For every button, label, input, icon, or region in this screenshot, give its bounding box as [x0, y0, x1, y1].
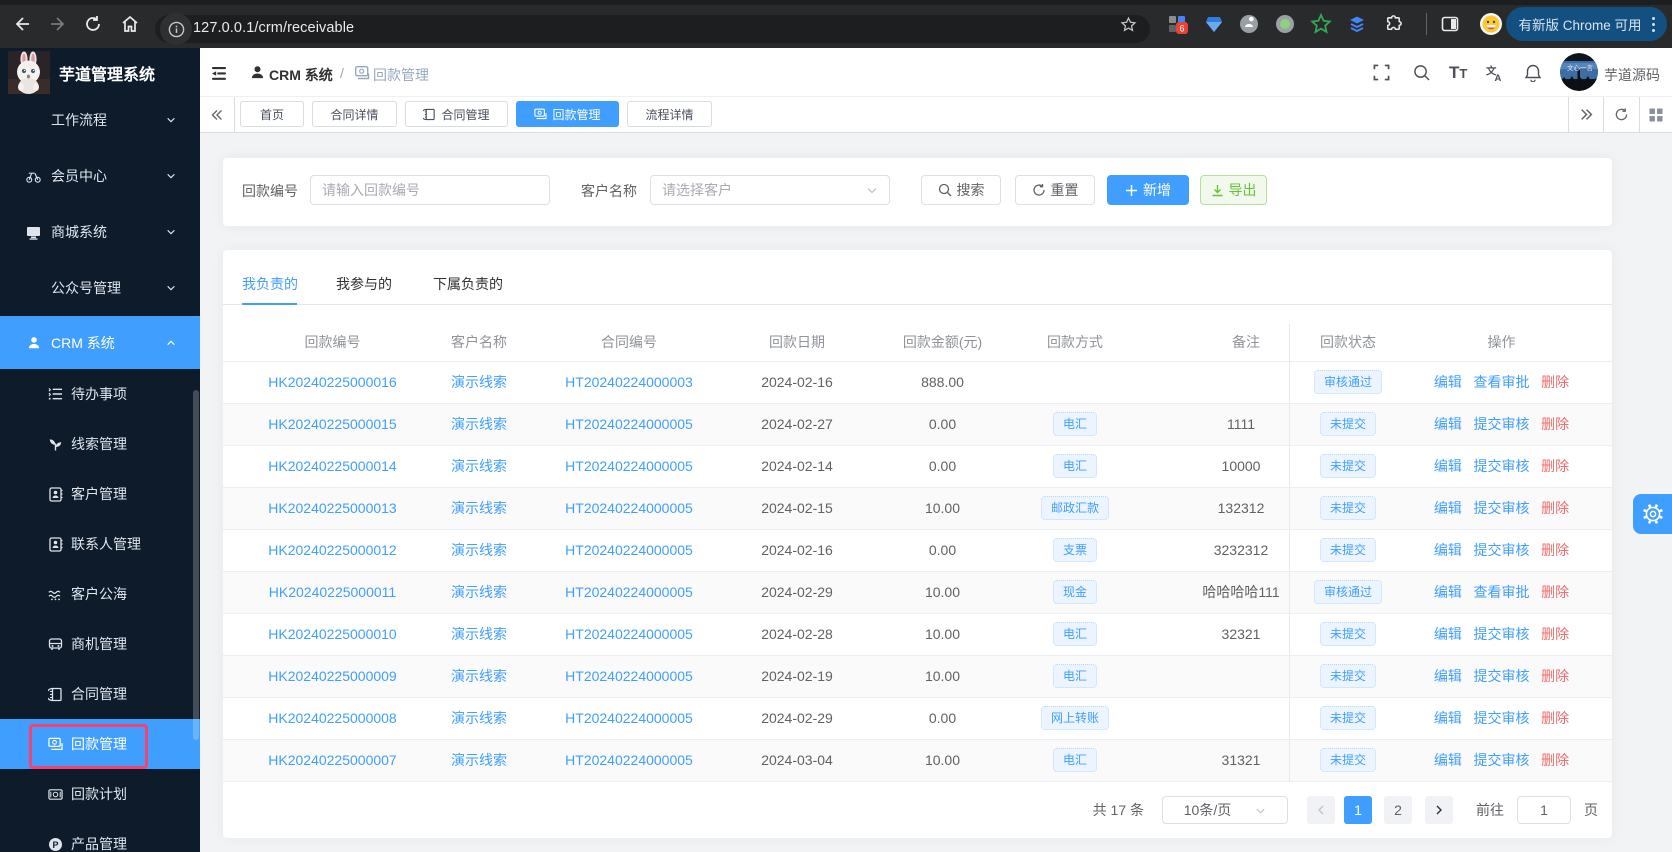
svg-text:P: P — [52, 840, 58, 850]
svg-text:A: A — [1495, 73, 1502, 82]
svg-text:6: 6 — [1179, 23, 1184, 33]
svg-text:文心一言: 文心一言 — [1567, 63, 1594, 72]
